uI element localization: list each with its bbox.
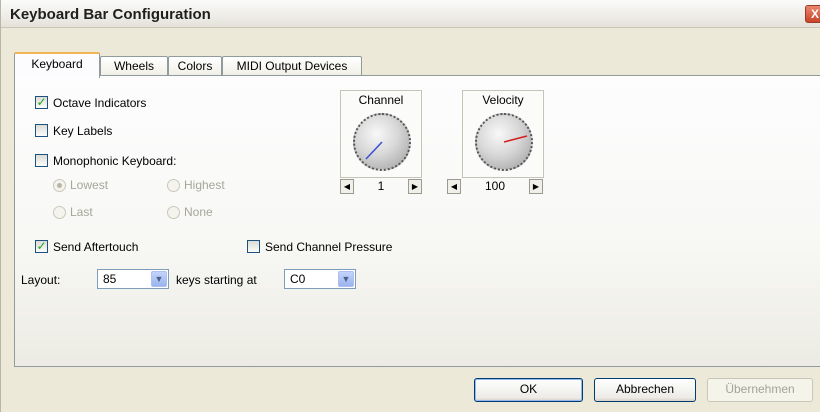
title-bar: Keyboard Bar Configuration X — [1, 0, 820, 28]
channel-decrement-button[interactable]: ◀ — [340, 179, 354, 194]
tab-midi-output-devices[interactable]: MIDI Output Devices — [222, 56, 362, 76]
layout-label: Layout: — [21, 273, 61, 287]
channel-increment-button[interactable]: ▶ — [408, 179, 422, 194]
channel-label: Channel — [358, 93, 404, 107]
close-button[interactable]: X — [805, 5, 820, 23]
radio-last[interactable] — [53, 206, 66, 219]
chevron-down-icon[interactable]: ▼ — [151, 271, 167, 287]
monophonic-keyboard-label[interactable]: Monophonic Keyboard: — [53, 154, 176, 168]
keyboard-tab-panel: ✓ Octave Indicators Key Labels Monophoni… — [14, 75, 820, 367]
velocity-decrement-button[interactable]: ◀ — [447, 179, 461, 194]
dialog-window: Keyboard Bar Configuration X Keyboard Wh… — [0, 0, 820, 412]
window-title: Keyboard Bar Configuration — [10, 6, 211, 23]
velocity-value: 100 — [484, 179, 506, 193]
send-channel-pressure-label[interactable]: Send Channel Pressure — [265, 240, 392, 254]
velocity-label: Velocity — [482, 93, 524, 107]
tab-keyboard[interactable]: Keyboard — [14, 52, 100, 78]
velocity-increment-button[interactable]: ▶ — [529, 179, 543, 194]
chevron-down-icon[interactable]: ▼ — [338, 271, 354, 287]
keys-count-select[interactable]: 85 ▼ — [97, 269, 169, 289]
radio-lowest[interactable] — [53, 179, 66, 192]
radio-last-label[interactable]: Last — [70, 205, 93, 219]
knob-needle-icon — [365, 141, 383, 160]
tab-colors[interactable]: Colors — [168, 56, 222, 76]
cancel-button[interactable]: Abbrechen — [594, 378, 696, 402]
send-aftertouch-checkbox[interactable]: ✓ — [35, 240, 48, 253]
ok-button[interactable]: OK — [474, 378, 583, 402]
keys-count-value: 85 — [103, 272, 117, 286]
key-labels-label[interactable]: Key Labels — [53, 124, 112, 138]
radio-highest-label[interactable]: Highest — [184, 178, 225, 192]
tab-wheels[interactable]: Wheels — [100, 56, 168, 76]
velocity-knob-box: Velocity — [462, 90, 544, 178]
apply-button[interactable]: Übernehmen — [707, 378, 813, 402]
radio-highest[interactable] — [167, 179, 180, 192]
octave-indicators-checkbox[interactable]: ✓ — [35, 96, 48, 109]
velocity-knob[interactable] — [475, 113, 533, 171]
send-channel-pressure-checkbox[interactable] — [247, 240, 260, 253]
channel-value: 1 — [377, 179, 385, 193]
radio-none[interactable] — [167, 206, 180, 219]
channel-spinner: ◀ 1 ▶ — [340, 179, 422, 196]
knob-needle-icon — [503, 135, 528, 143]
radio-none-label[interactable]: None — [184, 205, 213, 219]
channel-knob-box: Channel — [340, 90, 422, 178]
start-key-value: C0 — [290, 272, 306, 286]
key-labels-checkbox[interactable] — [35, 124, 48, 137]
start-key-select[interactable]: C0 ▼ — [284, 269, 356, 289]
radio-lowest-label[interactable]: Lowest — [70, 178, 108, 192]
velocity-spinner: ◀ 100 ▶ — [447, 179, 543, 196]
octave-indicators-label[interactable]: Octave Indicators — [53, 96, 146, 110]
send-aftertouch-label[interactable]: Send Aftertouch — [53, 240, 138, 254]
monophonic-keyboard-checkbox[interactable] — [35, 154, 48, 167]
keys-starting-label: keys starting at — [176, 273, 257, 287]
channel-knob[interactable] — [353, 113, 411, 171]
